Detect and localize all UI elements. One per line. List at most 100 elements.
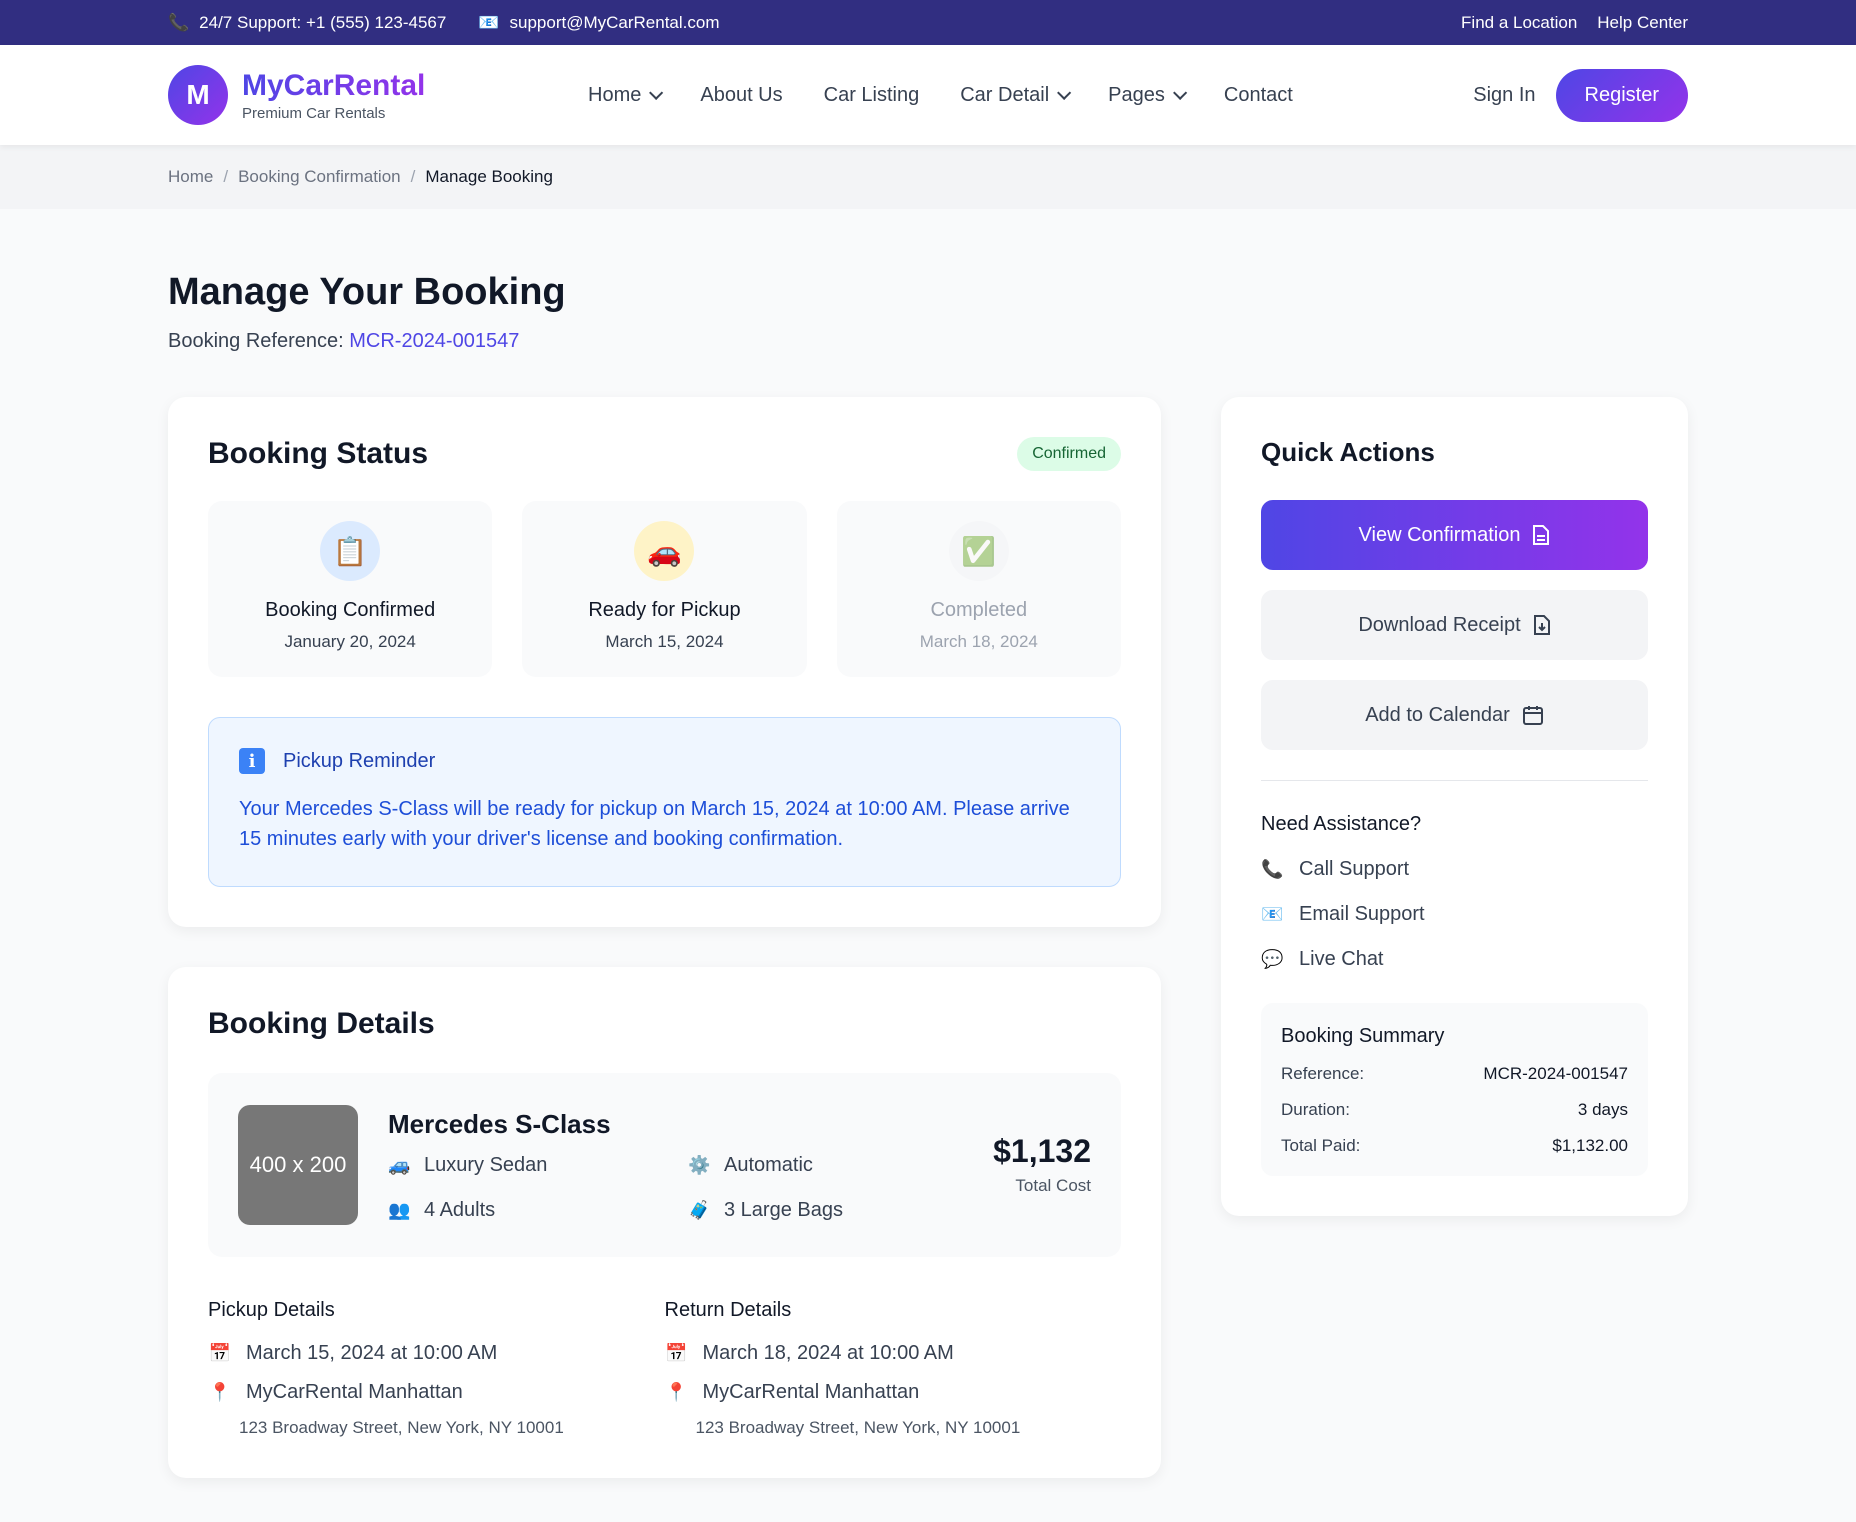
breadcrumb-home[interactable]: Home	[168, 167, 213, 187]
status-badge: Confirmed	[1017, 437, 1121, 471]
car-name: Mercedes S-Class	[388, 1108, 611, 1139]
add-to-calendar-button[interactable]: Add to Calendar	[1261, 680, 1648, 750]
nav-home-label: Home	[588, 83, 642, 106]
summary-row-reference: Reference: MCR-2024-001547	[1281, 1064, 1628, 1084]
nav-contact-label: Contact	[1223, 83, 1293, 106]
location-pin-icon: 📍	[208, 1382, 232, 1402]
nav-pages[interactable]: Pages	[1108, 83, 1188, 107]
reminder-text: Your Mercedes S-Class will be ready for …	[239, 798, 1070, 850]
summary-label: Total Paid:	[1281, 1136, 1361, 1155]
quick-actions-heading: Quick Actions	[1261, 437, 1435, 467]
download-icon	[1533, 615, 1550, 635]
step-date: January 20, 2024	[284, 632, 416, 651]
view-confirmation-label: View Confirmation	[1358, 523, 1521, 546]
nav-car-detail[interactable]: Car Detail	[960, 83, 1072, 107]
nav-about[interactable]: About Us	[700, 84, 782, 107]
return-details: Return Details 📅 March 18, 2024 at 10:00 …	[665, 1299, 1122, 1438]
need-assistance-heading: Need Assistance?	[1261, 813, 1422, 835]
summary-row-duration: Duration: 3 days	[1281, 1100, 1628, 1120]
pickup-details-heading: Pickup Details	[208, 1299, 335, 1321]
spec-type: 🚙 Luxury Sedan	[388, 1154, 688, 1177]
breadcrumb-current: Manage Booking	[425, 167, 553, 186]
summary-label: Duration:	[1281, 1100, 1350, 1119]
clipboard-icon: 📋	[320, 521, 381, 581]
calendar-icon: 📅	[208, 1343, 232, 1363]
spec-transmission: ⚙️ Automatic	[688, 1154, 948, 1177]
email-support-link[interactable]: 📧 Email Support	[1261, 903, 1648, 926]
car-specs: 🚙 Luxury Sedan ⚙️ Automatic 👥 4 Adults 🧳 3 L…	[388, 1154, 948, 1222]
step-date: March 18, 2024	[919, 632, 1038, 651]
nav-home[interactable]: Home	[588, 83, 664, 107]
phone-icon: 📞	[168, 12, 190, 32]
nav-car-listing[interactable]: Car Listing	[824, 84, 920, 107]
status-steps: 📋 Booking Confirmed January 20, 2024 🚗 R…	[208, 501, 1121, 677]
step-completed: ✅ Completed March 18, 2024	[836, 501, 1121, 677]
summary-row-total: Total Paid: $1,132.00	[1281, 1136, 1628, 1156]
live-chat-link[interactable]: 💬 Live Chat	[1261, 948, 1648, 971]
check-icon: ✅	[948, 521, 1009, 581]
email-icon: 📧	[478, 12, 500, 32]
page-title: Manage Your Booking	[168, 271, 566, 313]
location-pin-icon: 📍	[665, 1382, 688, 1402]
main-nav: Home About Us Car Listing Car Detail Pag…	[588, 84, 1473, 107]
divider	[1261, 780, 1648, 781]
logo[interactable]: M MyCarRental Premium Car Rentals	[168, 65, 588, 125]
logo-mark: M	[168, 65, 228, 125]
calendar-icon	[1522, 706, 1543, 725]
nav-contact[interactable]: Contact	[1224, 84, 1293, 107]
phone-icon: 📞	[1261, 859, 1284, 879]
spec-luggage: 🧳 3 Large Bags	[688, 1199, 948, 1222]
step-booking-confirmed: 📋 Booking Confirmed January 20, 2024	[208, 501, 493, 677]
info-icon: i	[239, 748, 265, 774]
call-support-link[interactable]: 📞 Call Support	[1261, 858, 1648, 881]
breadcrumb-booking-confirmation[interactable]: Booking Confirmation	[238, 167, 401, 187]
email-icon: 📧	[1261, 904, 1284, 924]
total-cost: $1,132 Total Cost	[993, 1133, 1091, 1196]
support-email[interactable]: 📧 support@MyCarRental.com	[478, 13, 719, 33]
quick-actions-card: Quick Actions View Confirmation Download…	[1221, 397, 1688, 1216]
view-confirmation-button[interactable]: View Confirmation	[1261, 500, 1648, 570]
booking-details-card: Booking Details 400 x 200 Mercedes S-Cla…	[168, 967, 1161, 1478]
pickup-location: MyCarRental Manhattan	[246, 1381, 463, 1403]
booking-status-heading: Booking Status	[208, 437, 429, 470]
booking-reference: Booking Reference: MCR-2024-001547	[168, 330, 1688, 353]
booking-summary: Booking Summary Reference: MCR-2024-00154…	[1261, 1003, 1648, 1176]
live-chat-label: Live Chat	[1299, 948, 1384, 970]
step-title: Completed	[930, 599, 1028, 621]
car-icon: 🚙	[388, 1154, 411, 1175]
car-icon: 🚗	[634, 521, 695, 581]
people-icon: 👥	[388, 1199, 411, 1220]
breadcrumb-separator: /	[410, 167, 416, 186]
booking-details-heading: Booking Details	[208, 1007, 435, 1040]
support-email-text: support@MyCarRental.com	[509, 12, 720, 32]
summary-label: Reference:	[1281, 1064, 1365, 1083]
pickup-details: Pickup Details 📅 March 15, 2024 at 10:00 …	[208, 1299, 665, 1438]
chevron-down-icon	[1172, 85, 1188, 100]
pickup-address: 123 Broadway Street, New York, NY 10001	[239, 1418, 564, 1437]
car-summary: 400 x 200 Mercedes S-Class 🚙 Luxury Sedan…	[208, 1073, 1121, 1257]
nav-car-detail-label: Car Detail	[960, 83, 1050, 106]
summary-value: MCR-2024-001547	[1483, 1064, 1628, 1083]
brand-tagline: Premium Car Rentals	[242, 104, 386, 122]
support-phone-text: 24/7 Support: +1 (555) 123-4567	[199, 12, 447, 32]
support-phone[interactable]: 📞 24/7 Support: +1 (555) 123-4567	[168, 13, 446, 33]
add-to-calendar-label: Add to Calendar	[1365, 703, 1510, 726]
nav-pages-label: Pages	[1108, 83, 1165, 106]
sign-in-link[interactable]: Sign In	[1473, 84, 1535, 107]
booking-summary-heading: Booking Summary	[1281, 1025, 1445, 1047]
nav-about-label: About Us	[700, 83, 783, 106]
find-location-link[interactable]: Find a Location	[1461, 13, 1577, 33]
booking-status-card: Booking Status Confirmed 📋 Booking Confi…	[168, 397, 1161, 927]
download-receipt-button[interactable]: Download Receipt	[1261, 590, 1648, 660]
car-image-placeholder: 400 x 200	[238, 1105, 358, 1225]
help-center-link[interactable]: Help Center	[1597, 13, 1688, 33]
spec-text: 4 Adults	[424, 1198, 496, 1221]
breadcrumb: Home / Booking Confirmation / Manage Boo…	[0, 145, 1856, 209]
document-icon	[1533, 525, 1550, 545]
spec-text: Automatic	[724, 1153, 813, 1176]
pickup-datetime: March 15, 2024 at 10:00 AM	[246, 1342, 498, 1364]
download-receipt-label: Download Receipt	[1358, 613, 1521, 636]
register-button[interactable]: Register	[1555, 68, 1688, 122]
total-cost-label: Total Cost	[1015, 1176, 1091, 1195]
return-location: MyCarRental Manhattan	[702, 1381, 920, 1403]
